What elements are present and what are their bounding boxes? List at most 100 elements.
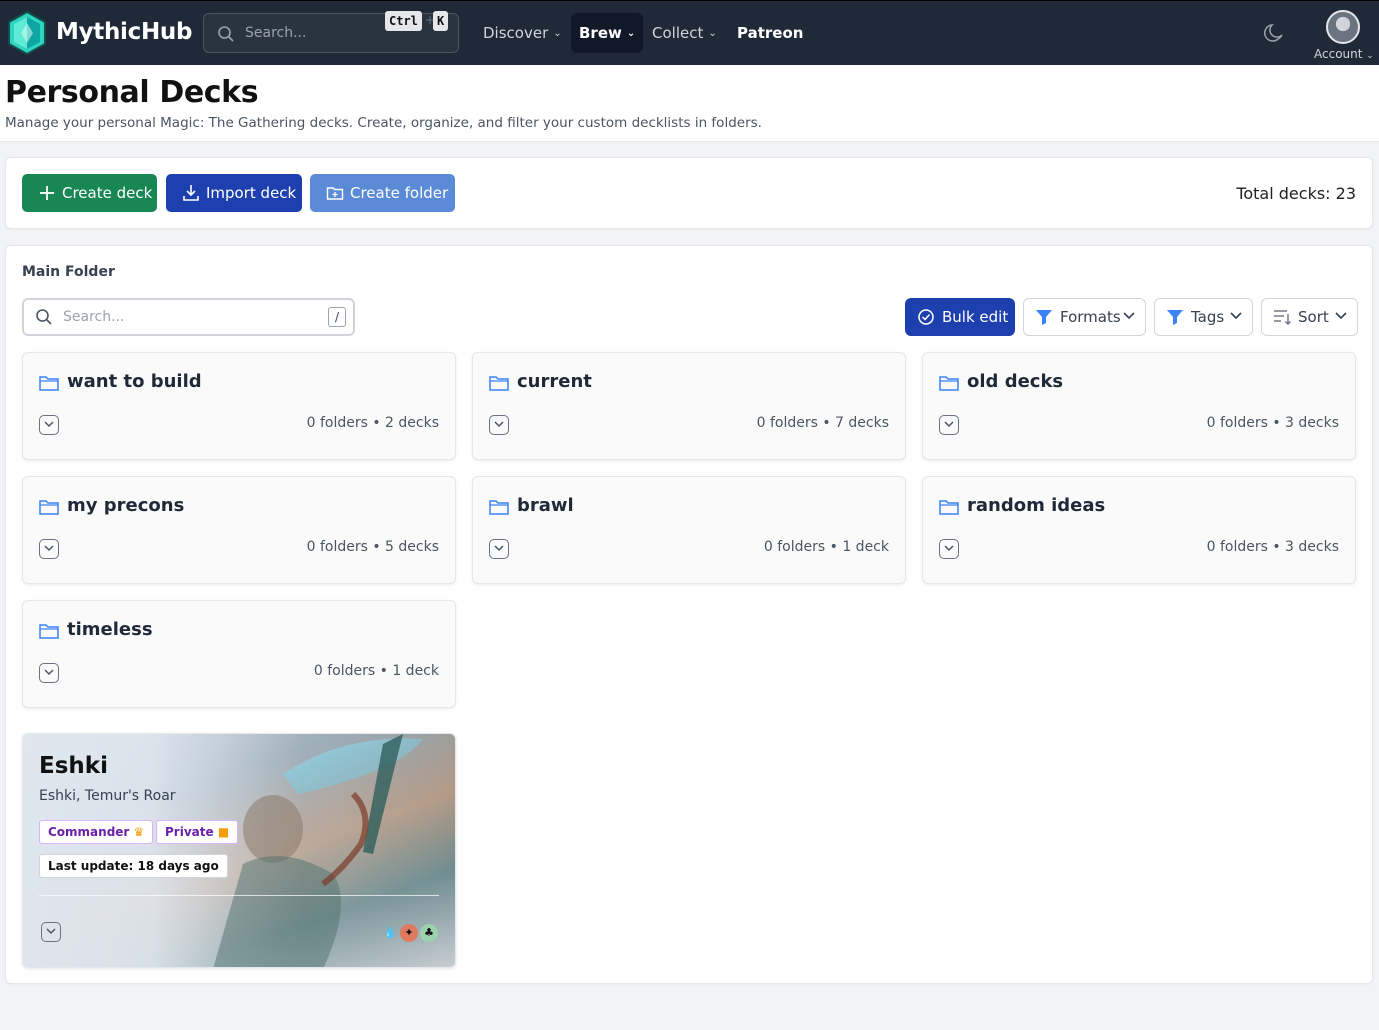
folder-icon (489, 500, 509, 515)
chevron-down-icon (944, 545, 954, 552)
folder-name: random ideas (967, 495, 1106, 516)
expand-toggle[interactable] (489, 415, 509, 435)
folder-card[interactable]: want to build 0 folders • 2 decks (22, 352, 456, 460)
folder-icon (939, 376, 959, 391)
expand-toggle[interactable] (39, 663, 59, 683)
deck-art-image (213, 734, 423, 967)
create-deck-label: Create deck (62, 184, 153, 202)
top-navbar: MythicHub Search... Ctrl + K Discover ⌄ B… (0, 0, 1379, 65)
format-tag-label: Commander (48, 825, 130, 839)
folder-icon (39, 500, 59, 515)
deck-commander: Eshki, Temur's Roar (39, 788, 176, 804)
folder-card[interactable]: brawl 0 folders • 1 deck (472, 476, 906, 584)
folder-card[interactable]: random ideas 0 folders • 3 decks (922, 476, 1356, 584)
folder-count: 0 folders • 7 decks (756, 415, 889, 431)
folder-count: 0 folders • 2 decks (306, 415, 439, 431)
folder-count: 0 folders • 5 decks (306, 539, 439, 555)
plus-icon (40, 186, 54, 200)
page-title: Personal Decks (5, 75, 259, 110)
sort-dropdown[interactable]: Sort (1261, 298, 1358, 336)
folder-name: old decks (967, 371, 1064, 392)
nav-discover[interactable]: Discover ⌄ (475, 13, 570, 53)
tags-label: Tags (1191, 308, 1225, 326)
folder-icon (939, 500, 959, 515)
nav-collect[interactable]: Collect ⌄ (644, 13, 725, 53)
import-deck-button[interactable]: Import deck (166, 174, 302, 212)
kbd-ctrl: Ctrl (385, 11, 422, 31)
slash-shortcut: / (328, 307, 346, 327)
brand-name[interactable]: MythicHub (56, 19, 192, 45)
chevron-down-icon (44, 545, 54, 552)
red-mana-icon: ✦ (400, 924, 418, 942)
folder-name: my precons (67, 495, 185, 516)
nav-brew-label: Brew (579, 24, 622, 42)
folder-count: 0 folders • 3 decks (1206, 539, 1339, 555)
page-subtitle: Manage your personal Magic: The Gatherin… (5, 115, 762, 131)
kbd-k: K (433, 11, 449, 31)
import-deck-label: Import deck (206, 184, 297, 202)
main-folder-panel: Main Folder Search... / Bulk edit Format… (5, 245, 1373, 984)
expand-toggle[interactable] (939, 539, 959, 559)
deck-card[interactable]: Eshki Eshki, Temur's Roar Commander ♛ Pr… (22, 733, 456, 968)
folder-card[interactable]: current 0 folders • 7 decks (472, 352, 906, 460)
bulk-edit-button[interactable]: Bulk edit (905, 298, 1015, 336)
folder-name: want to build (67, 371, 202, 392)
chevron-down-icon: ⌄ (708, 27, 717, 39)
expand-toggle[interactable] (41, 922, 61, 942)
page-header: Personal Decks Manage your personal Magi… (0, 65, 1379, 142)
folder-count: 0 folders • 1 deck (763, 539, 889, 555)
mythichub-logo-icon[interactable] (7, 11, 47, 55)
filter-icon (1167, 310, 1183, 325)
create-deck-button[interactable]: Create deck (22, 174, 157, 212)
folder-card[interactable]: my precons 0 folders • 5 decks (22, 476, 456, 584)
chevron-down-icon (494, 545, 504, 552)
chevron-down-icon: ⌄ (553, 27, 562, 39)
chevron-down-icon (944, 421, 954, 428)
account-menu[interactable]: Account ⌄ (1314, 47, 1374, 61)
search-placeholder: Search... (245, 25, 307, 41)
deck-name[interactable]: Eshki (39, 753, 108, 779)
folder-name: current (517, 371, 592, 392)
folder-icon (39, 624, 59, 639)
chevron-down-icon (44, 421, 54, 428)
create-folder-button[interactable]: Create folder (310, 174, 455, 212)
folder-count: 0 folders • 1 deck (313, 663, 439, 679)
search-icon (36, 309, 52, 325)
expand-toggle[interactable] (939, 415, 959, 435)
account-label: Account (1314, 47, 1363, 61)
expand-toggle[interactable] (39, 539, 59, 559)
folder-name: timeless (67, 619, 153, 640)
expand-toggle[interactable] (489, 539, 509, 559)
folder-card[interactable]: old decks 0 folders • 3 decks (922, 352, 1356, 460)
download-icon (183, 185, 199, 201)
folder-plus-icon (326, 187, 344, 200)
folder-card[interactable]: timeless 0 folders • 1 deck (22, 600, 456, 708)
nav-brew[interactable]: Brew ⌄ (571, 13, 644, 53)
nav-patreon-label: Patreon (737, 24, 804, 42)
main-folder-label: Main Folder (22, 264, 115, 280)
visibility-tag: Private ■ (156, 820, 239, 844)
filter-icon (1036, 310, 1052, 325)
chevron-down-icon (494, 421, 504, 428)
folder-icon (489, 376, 509, 391)
visibility-tag-label: Private (165, 825, 214, 839)
tags-filter-dropdown[interactable]: Tags (1154, 298, 1253, 336)
divider (39, 895, 439, 896)
green-mana-icon: ♣ (420, 924, 438, 942)
nav-patreon[interactable]: Patreon (729, 13, 811, 53)
moon-icon[interactable] (1263, 22, 1285, 44)
avatar[interactable] (1326, 10, 1360, 44)
total-decks-count: Total decks: 23 (1236, 184, 1356, 203)
expand-toggle[interactable] (39, 415, 59, 435)
actions-panel: Create deck Import deck Create folder To… (5, 157, 1373, 229)
formats-filter-dropdown[interactable]: Formats (1023, 298, 1146, 336)
check-circle-icon (918, 309, 934, 325)
chevron-down-icon (1335, 312, 1347, 320)
format-tag: Commander ♛ (39, 820, 154, 844)
chevron-down-icon (44, 669, 54, 676)
chevron-down-icon: ⌄ (1366, 51, 1374, 61)
deck-search-input[interactable]: Search... / (22, 298, 355, 336)
bulk-edit-label: Bulk edit (942, 308, 1009, 326)
search-icon (218, 26, 234, 42)
chevron-down-icon: ⌄ (626, 27, 636, 39)
